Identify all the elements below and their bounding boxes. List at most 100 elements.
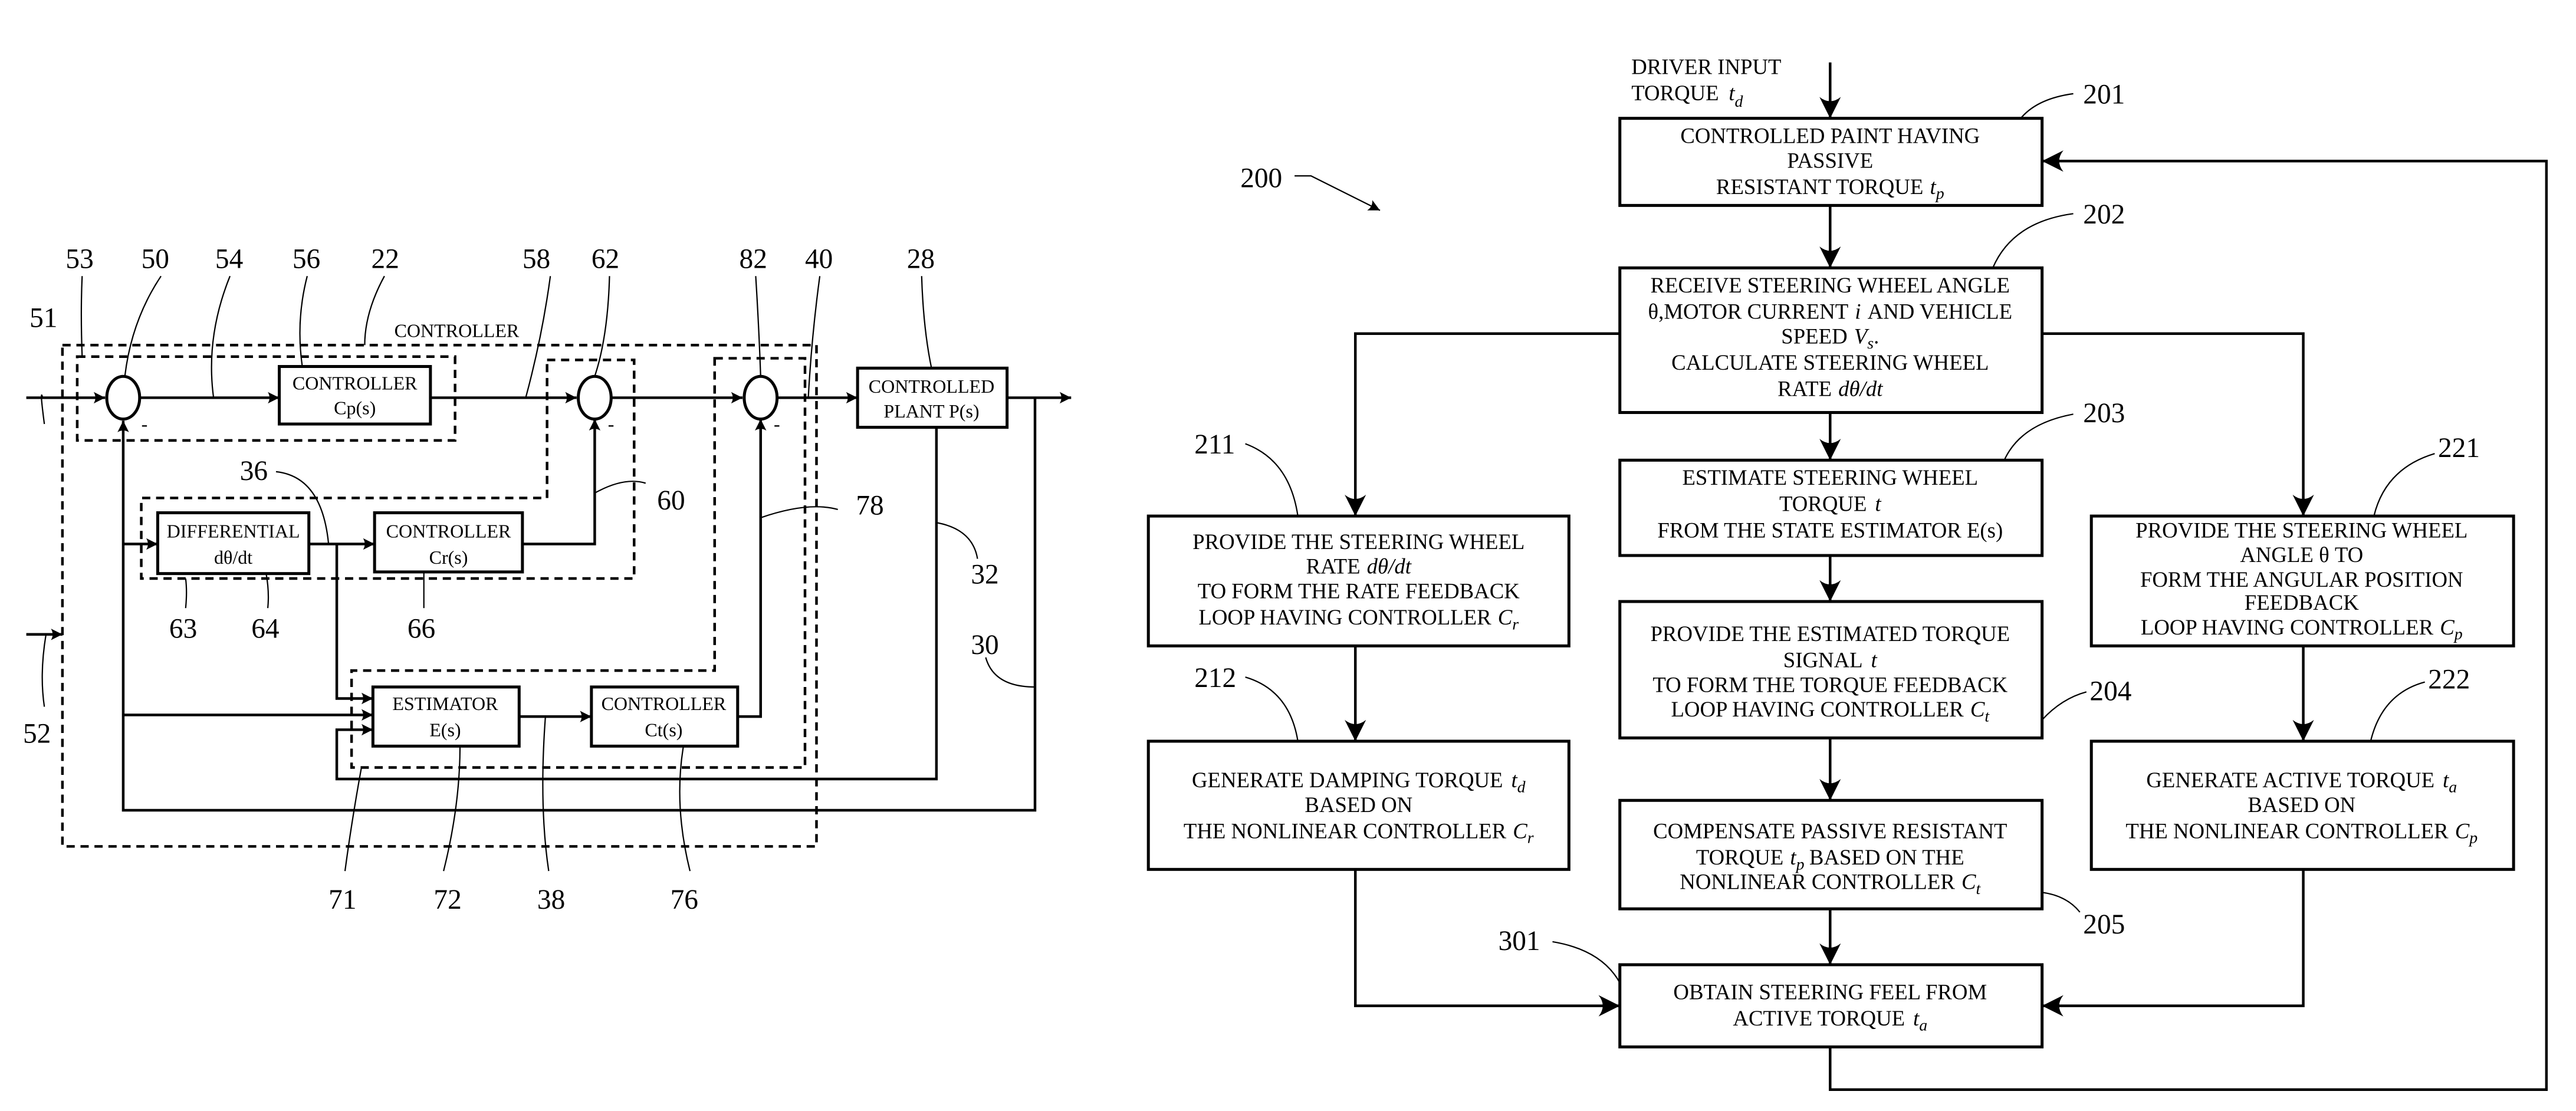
ref-202: 202 bbox=[2083, 199, 2125, 230]
controller-title: CONTROLLER bbox=[395, 320, 520, 341]
step-221-line1: PROVIDE THE STEERING WHEEL bbox=[2135, 518, 2467, 542]
ref-222: 222 bbox=[2428, 665, 2470, 695]
ref-50: 50 bbox=[142, 244, 169, 274]
step-221-line3: FORM THE ANGULAR POSITION bbox=[2140, 567, 2463, 591]
step-202-line2: θ,MOTOR CURRENT i AND VEHICLE bbox=[1648, 300, 2012, 324]
minus-sign-82: - bbox=[774, 413, 780, 435]
controller-cr-label: CONTROLLER bbox=[386, 520, 511, 541]
differential-label: DIFFERENTIAL bbox=[167, 520, 300, 541]
controller-ct-tf: Ct(s) bbox=[645, 719, 682, 741]
ref-58: 58 bbox=[523, 244, 550, 274]
step-211-line3: TO FORM THE RATE FEEDBACK bbox=[1198, 578, 1520, 603]
ref-201-leader bbox=[2020, 93, 2074, 119]
ref-56: 56 bbox=[293, 244, 320, 274]
controller-cp-tf: Cp(s) bbox=[334, 397, 376, 418]
controller-cr-tf: Cr(s) bbox=[429, 547, 468, 568]
ref-211-leader bbox=[1245, 443, 1299, 517]
minus-sign-50: - bbox=[142, 413, 148, 435]
ref-301: 301 bbox=[1499, 926, 1540, 956]
branch-to-221 bbox=[2042, 332, 2314, 517]
ref-64: 64 bbox=[251, 613, 279, 644]
plant-label: CONTROLLED bbox=[869, 376, 994, 397]
ref-204-leader bbox=[2041, 691, 2087, 721]
ref-53: 53 bbox=[65, 244, 93, 274]
controller-cp-label: CONTROLLER bbox=[293, 373, 418, 394]
ref-82: 82 bbox=[740, 244, 767, 274]
step-222-line2: BASED ON bbox=[2248, 793, 2355, 817]
ref-221-leader bbox=[2373, 453, 2435, 517]
ref-71: 71 bbox=[328, 885, 356, 915]
step-212-line2: BASED ON bbox=[1305, 793, 1412, 817]
step-202-line1: RECEIVE STEERING WHEEL ANGLE bbox=[1651, 273, 2010, 297]
plant-tf: PLANT P(s) bbox=[883, 400, 979, 422]
ref-78: 78 bbox=[856, 490, 883, 521]
step-202-line5: RATE dθ/dt bbox=[1777, 377, 1883, 401]
step-211-line1: PROVIDE THE STEERING WHEEL bbox=[1192, 530, 1524, 554]
step-203-line3: FROM THE STATE ESTIMATOR E(s) bbox=[1657, 518, 2003, 542]
ref-60: 60 bbox=[657, 485, 685, 516]
ref-52: 52 bbox=[23, 719, 51, 750]
step-221-line4: FEEDBACK bbox=[2245, 590, 2359, 614]
step-204-line3: TO FORM THE TORQUE FEEDBACK bbox=[1652, 672, 2007, 696]
controller-ct-label: CONTROLLER bbox=[602, 693, 727, 714]
ref-202-leader bbox=[1992, 213, 2074, 268]
step-201-line1: CONTROLLED PAINT HAVING bbox=[1680, 123, 1980, 147]
ref-204: 204 bbox=[2089, 676, 2131, 706]
branch-to-211 bbox=[1345, 332, 1620, 517]
step-204-line1: PROVIDE THE ESTIMATED TORQUE bbox=[1651, 622, 2010, 646]
ref-38: 38 bbox=[537, 885, 565, 915]
step-211-line2: RATE dθ/dt bbox=[1306, 554, 1412, 578]
differential-tf: dθ/dt bbox=[214, 547, 252, 568]
step-201-line2: PASSIVE bbox=[1787, 148, 1873, 172]
ref-221: 221 bbox=[2438, 433, 2480, 464]
ref-212-leader bbox=[1245, 676, 1299, 742]
ref-28: 28 bbox=[907, 244, 935, 274]
ref-200: 200 bbox=[1240, 163, 1282, 194]
ref-66: 66 bbox=[408, 613, 435, 644]
block-diagram: CONTROLLER CONTROLLER Cp(s) CONTROLLED P… bbox=[23, 244, 1072, 915]
ref-211: 211 bbox=[1194, 429, 1235, 460]
ref-32: 32 bbox=[971, 559, 998, 590]
ref-222-leader bbox=[2370, 681, 2426, 742]
ref-212: 212 bbox=[1194, 663, 1236, 693]
ref-203: 203 bbox=[2083, 398, 2125, 429]
ref-200-pointer bbox=[1294, 175, 1381, 211]
ref-62: 62 bbox=[592, 244, 619, 274]
ref-51: 51 bbox=[29, 303, 57, 334]
ref-205-leader bbox=[2042, 892, 2081, 913]
ref-203-leader bbox=[2003, 413, 2074, 461]
summing-junction-50 bbox=[105, 374, 142, 421]
step-202-line4: CALCULATE STEERING WHEEL bbox=[1671, 350, 1989, 374]
summing-junction-62 bbox=[577, 374, 613, 421]
ref-54: 54 bbox=[215, 244, 243, 274]
step-205-line1: COMPENSATE PASSIVE RESISTANT bbox=[1653, 819, 2007, 843]
summing-junction-82 bbox=[742, 374, 779, 421]
ref-205: 205 bbox=[2083, 909, 2125, 940]
ref-30: 30 bbox=[971, 630, 998, 660]
step-221-line2: ANGLE θ TO bbox=[2240, 543, 2363, 567]
estimator-tf: E(s) bbox=[429, 719, 461, 741]
rate-feedback-line-60 bbox=[522, 419, 601, 545]
torque-feedback-line-78 bbox=[737, 419, 767, 718]
step-203-line2: TORQUE t bbox=[1779, 492, 1881, 516]
driver-input-label: DRIVER INPUT bbox=[1631, 54, 1781, 78]
arrow-222-301 bbox=[2042, 869, 2305, 1017]
step-203-line1: ESTIMATE STEERING WHEEL bbox=[1682, 465, 1978, 489]
ref-22: 22 bbox=[372, 244, 399, 274]
rate-to-estimator bbox=[335, 544, 373, 705]
ref-301-leader bbox=[1552, 941, 1621, 984]
ref-201: 201 bbox=[2083, 80, 2125, 110]
estimator-label: ESTIMATOR bbox=[392, 693, 498, 714]
flowchart: 200 DRIVER INPUT TORQUE td CONTROLLED PAI… bbox=[1146, 54, 2548, 1091]
driver-input-torque-label: TORQUE td bbox=[1631, 81, 1743, 111]
ref-76: 76 bbox=[671, 885, 698, 915]
ref-40: 40 bbox=[805, 244, 833, 274]
minus-sign-62: - bbox=[608, 413, 615, 435]
step-301-line1: OBTAIN STEERING FEEL FROM bbox=[1673, 979, 1987, 1004]
arrow-212-301 bbox=[1353, 869, 1620, 1017]
ref-36: 36 bbox=[240, 456, 268, 487]
patent-figure: CONTROLLER CONTROLLER Cp(s) CONTROLLED P… bbox=[23, 54, 2548, 1091]
ref-63: 63 bbox=[169, 613, 197, 644]
ref-72: 72 bbox=[433, 885, 461, 915]
controller-region-22 bbox=[61, 344, 818, 848]
